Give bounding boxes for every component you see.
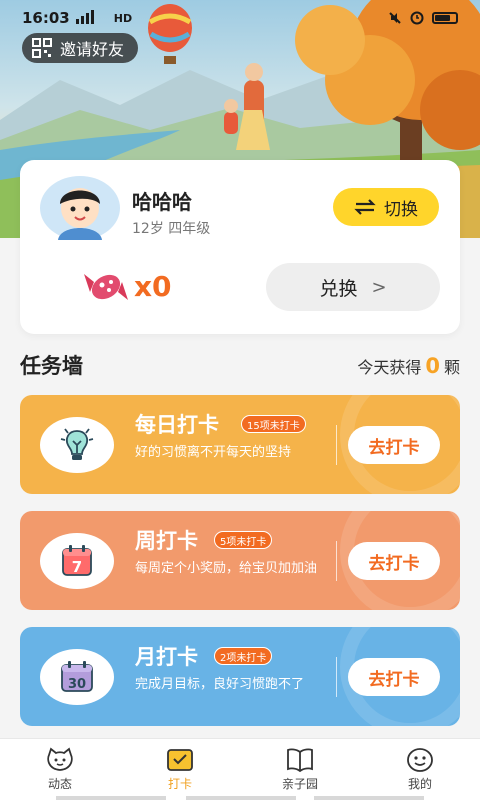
task-title: 周打卡 <box>135 529 198 553</box>
redeem-label: 兑换 <box>319 277 358 300</box>
invite-label: 邀请好友 <box>60 40 125 59</box>
check-in-button[interactable]: 去打卡 <box>348 542 440 580</box>
nav-indicator <box>186 796 296 800</box>
status-bar: 16:03 HD <box>0 0 480 36</box>
profile-card: 哈哈哈 12岁 四年级 切换 x0 兑换 > <box>20 160 460 334</box>
tab-label: 动态 <box>47 777 72 791</box>
smiley-icon <box>407 748 433 772</box>
today-prefix: 今天获得 <box>357 358 422 377</box>
swap-icon <box>354 199 376 215</box>
chevron-right-icon: > <box>371 276 387 298</box>
check-in-icon <box>167 749 193 771</box>
task-wall-title: 任务墙 <box>20 354 83 378</box>
invite-friends-button[interactable]: 邀请好友 <box>22 33 139 63</box>
pending-badge: 2项未打卡 <box>214 647 273 665</box>
check-in-button[interactable]: 去打卡 <box>348 426 440 464</box>
today-unit: 颗 <box>443 358 460 377</box>
switch-label: 切换 <box>384 199 418 220</box>
user-name: 哈哈哈 <box>132 190 192 214</box>
tab-parent-child[interactable]: 亲子园 <box>240 739 360 800</box>
check-in-button[interactable]: 去打卡 <box>348 658 440 696</box>
network-type: HD <box>113 11 133 25</box>
task-desc: 每周定个小奖励，给宝贝加加油 <box>135 561 318 576</box>
svg-text:7: 7 <box>72 558 82 576</box>
tab-dynamics[interactable]: 动态 <box>0 739 120 800</box>
pending-badge: 5项未打卡 <box>214 531 273 549</box>
candy-icon <box>84 274 128 300</box>
nav-indicator <box>56 796 166 800</box>
book-icon <box>287 748 313 773</box>
svg-text:30: 30 <box>68 677 86 692</box>
task-card-daily[interactable]: 每日打卡 15项未打卡 好的习惯离不开每天的坚持 去打卡 <box>20 395 460 494</box>
bottom-tab-bar: 动态 打卡 亲子园 我的 <box>0 738 480 800</box>
lightbulb-icon <box>40 417 114 473</box>
battery-icon <box>432 12 458 24</box>
tab-label: 亲子园 <box>281 777 318 791</box>
task-desc: 好的习惯离不开每天的坚持 <box>135 445 292 460</box>
calendar-30-icon: 30 <box>40 649 114 705</box>
today-earned: 今天获得 0 颗 <box>357 354 460 378</box>
tab-label: 我的 <box>407 777 432 791</box>
nav-indicator <box>314 796 424 800</box>
tab-mine[interactable]: 我的 <box>360 739 480 800</box>
task-desc: 完成月目标，良好习惯跑不了 <box>135 677 305 692</box>
task-card-monthly[interactable]: 30 月打卡 2项未打卡 完成月目标，良好习惯跑不了 去打卡 <box>20 627 460 726</box>
tab-label: 打卡 <box>167 777 192 791</box>
calendar-7-icon: 7 <box>40 533 114 589</box>
candy-count: x0 <box>134 270 172 303</box>
mute-icon <box>389 12 401 24</box>
user-info: 12岁 四年级 <box>132 221 211 237</box>
today-count: 0 <box>425 354 440 378</box>
task-title: 月打卡 <box>135 645 198 669</box>
task-title: 每日打卡 <box>135 413 219 437</box>
pending-badge: 15项未打卡 <box>241 415 306 433</box>
status-time: 16:03 <box>22 9 70 27</box>
task-card-weekly[interactable]: 7 周打卡 5项未打卡 每周定个小奖励，给宝贝加加油 去打卡 <box>20 511 460 610</box>
qr-code-icon <box>32 38 52 58</box>
redeem-button[interactable]: 兑换 > <box>266 263 440 311</box>
signal-icon <box>75 9 108 27</box>
tab-check-in[interactable]: 打卡 <box>120 739 240 800</box>
pet-face-icon <box>47 747 73 771</box>
switch-child-button[interactable]: 切换 <box>333 188 439 226</box>
avatar <box>40 176 120 240</box>
alarm-icon <box>410 11 424 25</box>
